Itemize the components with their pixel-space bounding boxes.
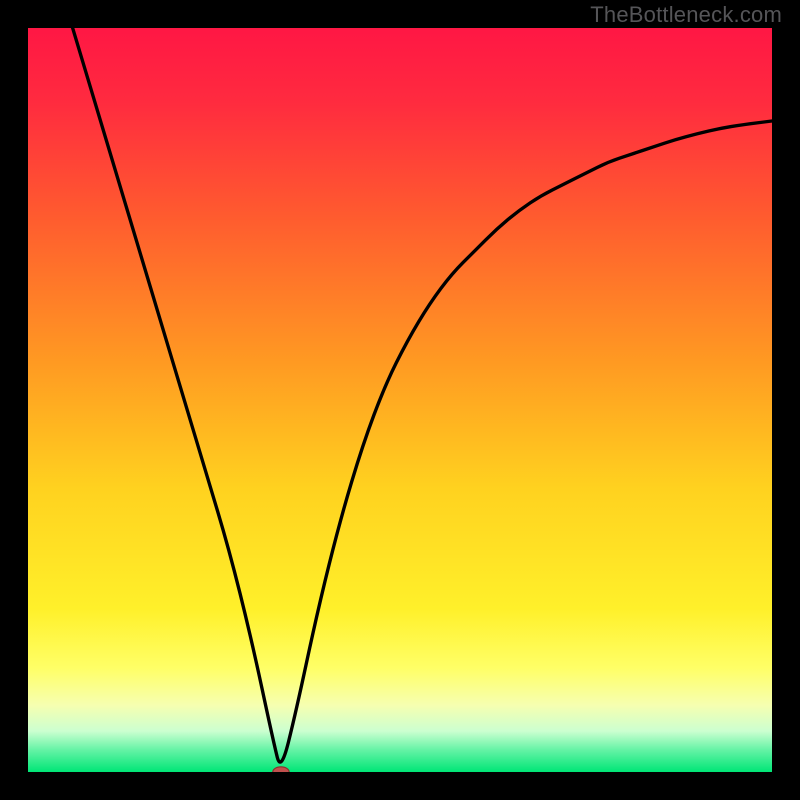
watermark-text: TheBottleneck.com: [590, 2, 782, 28]
bottleneck-plot: [28, 28, 772, 772]
chart-frame: TheBottleneck.com: [0, 0, 800, 800]
plot-background: [28, 28, 772, 772]
